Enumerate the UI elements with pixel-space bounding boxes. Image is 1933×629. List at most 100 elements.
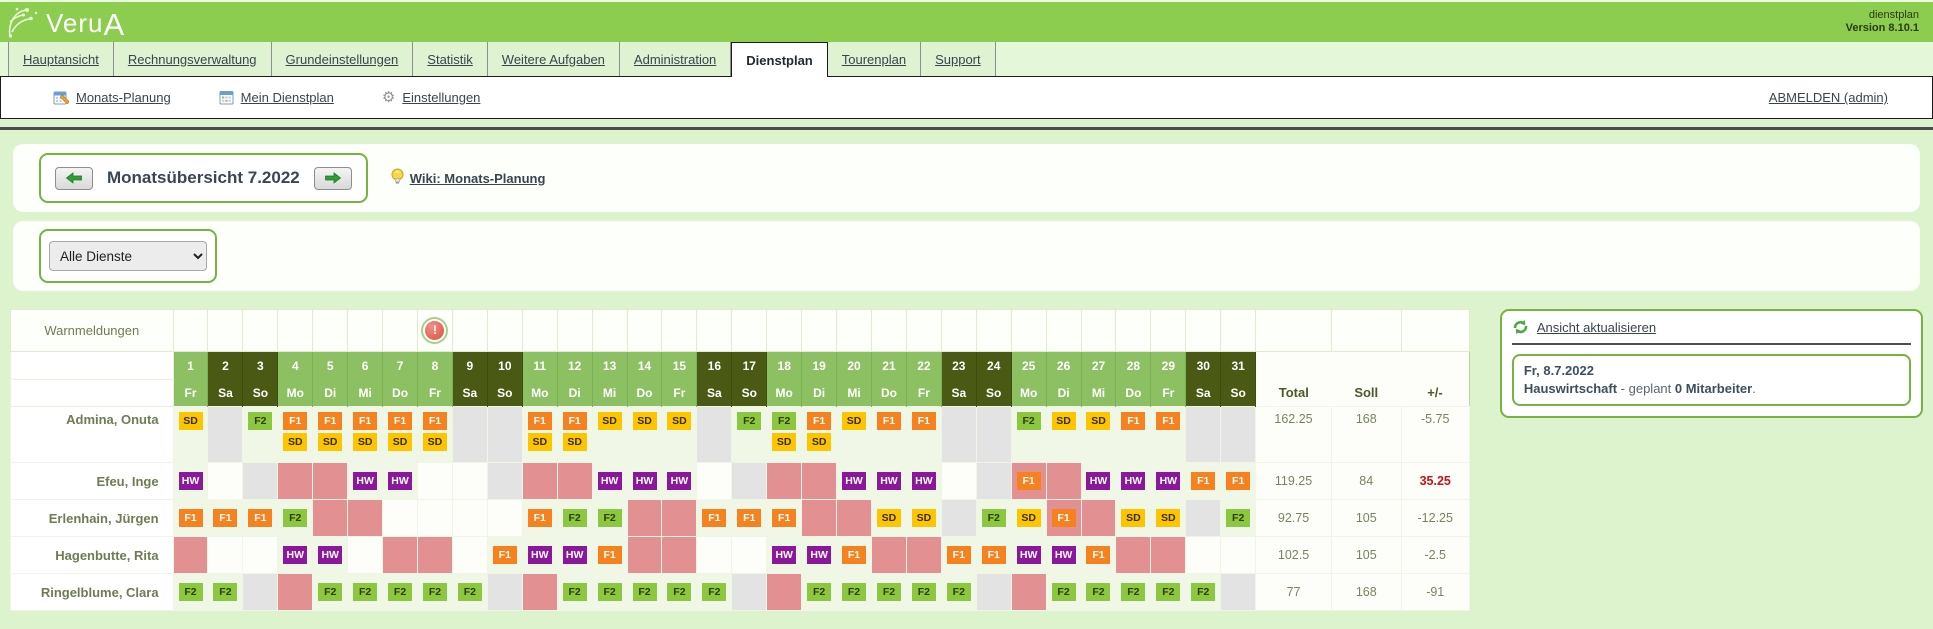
shift-cell[interactable]: F1 [487, 537, 522, 574]
refresh-link[interactable]: Ansicht aktualisieren [1537, 320, 1656, 335]
shift-cell[interactable]: F1 [906, 407, 941, 463]
shift-cell[interactable]: HW [348, 463, 383, 500]
shift-cell[interactable]: F1 [1186, 463, 1221, 500]
shift-cell[interactable]: F1SD [522, 407, 557, 463]
shift-cell[interactable] [767, 574, 802, 611]
shift-cell[interactable] [278, 463, 313, 500]
shift-cell[interactable]: F1 [243, 500, 278, 537]
shift-cell[interactable] [941, 500, 976, 537]
shift-cell[interactable]: F2 [941, 574, 976, 611]
shift-cell[interactable] [243, 463, 278, 500]
shift-cell[interactable] [452, 537, 487, 574]
shift-cell[interactable] [662, 537, 697, 574]
shift-cell[interactable] [976, 463, 1011, 500]
shift-cell[interactable]: HW [906, 463, 941, 500]
shift-cell[interactable]: F2 [732, 407, 767, 463]
shift-cell[interactable] [452, 500, 487, 537]
shift-cell[interactable] [313, 463, 348, 500]
wiki-link[interactable]: Wiki: Monats-Planung [410, 171, 546, 186]
shift-cell[interactable] [1221, 407, 1256, 463]
shift-cell[interactable] [452, 407, 487, 463]
tab-support[interactable]: Support [921, 42, 996, 76]
shift-cell[interactable]: F2 [557, 574, 592, 611]
shift-cell[interactable]: F2 [383, 574, 418, 611]
shift-cell[interactable] [732, 574, 767, 611]
prev-month-button[interactable] [55, 167, 93, 190]
shift-cell[interactable]: F2 [557, 500, 592, 537]
shift-cell[interactable]: F1SD [278, 407, 313, 463]
shift-cell[interactable] [976, 574, 1011, 611]
shift-cell[interactable]: F2 [592, 500, 627, 537]
shift-cell[interactable]: F1 [1081, 537, 1116, 574]
shift-cell[interactable] [906, 537, 941, 574]
shift-cell[interactable] [1116, 537, 1151, 574]
shift-cell[interactable] [522, 574, 557, 611]
shift-cell[interactable]: F2 [173, 574, 208, 611]
shift-cell[interactable] [802, 500, 837, 537]
shift-cell[interactable]: SD [173, 407, 208, 463]
shift-cell[interactable] [1186, 407, 1221, 463]
shift-cell[interactable]: SD [662, 407, 697, 463]
shift-cell[interactable]: F1SD [383, 407, 418, 463]
shift-cell[interactable] [487, 574, 522, 611]
shift-cell[interactable]: F2 [1116, 574, 1151, 611]
shift-cell[interactable]: F2 [452, 574, 487, 611]
shift-cell[interactable]: F1 [697, 500, 732, 537]
shift-cell[interactable] [697, 537, 732, 574]
shift-cell[interactable]: F2 [348, 574, 383, 611]
shift-cell[interactable]: SD [1151, 500, 1186, 537]
shift-cell[interactable] [1151, 537, 1186, 574]
shift-cell[interactable] [1221, 574, 1256, 611]
shift-cell[interactable]: F2 [208, 574, 243, 611]
shift-cell[interactable] [557, 463, 592, 500]
shift-cell[interactable]: F1 [208, 500, 243, 537]
shift-cell[interactable]: HW [837, 463, 872, 500]
next-month-button[interactable] [314, 167, 352, 190]
shift-cell[interactable]: F2 [627, 574, 662, 611]
tab-statistik[interactable]: Statistik [413, 42, 488, 76]
shift-cell[interactable] [1081, 500, 1116, 537]
shift-cell[interactable]: F1 [941, 537, 976, 574]
shift-cell[interactable]: F1 [1151, 407, 1186, 463]
shift-cell[interactable] [522, 463, 557, 500]
tab-dienstplan[interactable]: Dienstplan [731, 42, 827, 77]
shift-cell[interactable]: F2 [243, 407, 278, 463]
shift-cell[interactable]: HW [1081, 463, 1116, 500]
shift-cell[interactable]: SD [1046, 407, 1081, 463]
shift-cell[interactable]: SD [1081, 407, 1116, 463]
shift-cell[interactable] [697, 407, 732, 463]
shift-cell[interactable] [802, 463, 837, 500]
tab-grundeinstellungen[interactable]: Grundeinstellungen [272, 42, 414, 76]
shift-cell[interactable]: F1 [976, 537, 1011, 574]
monats-planung-link[interactable]: Monats-Planung [53, 90, 171, 105]
shift-cell[interactable]: F1SD [348, 407, 383, 463]
shift-cell[interactable]: F1 [1011, 463, 1046, 500]
shift-cell[interactable] [278, 574, 313, 611]
shift-cell[interactable] [243, 574, 278, 611]
shift-cell[interactable]: HW [1011, 537, 1046, 574]
shift-cell[interactable]: F2 [1221, 500, 1256, 537]
dienst-filter-select[interactable]: Alle Dienste [49, 241, 207, 271]
tab-hauptansicht[interactable]: Hauptansicht [8, 42, 114, 76]
shift-cell[interactable]: HW [383, 463, 418, 500]
shift-cell[interactable]: HW [662, 463, 697, 500]
shift-cell[interactable] [697, 463, 732, 500]
shift-cell[interactable]: HW [767, 537, 802, 574]
shift-cell[interactable]: F2 [802, 574, 837, 611]
shift-cell[interactable]: HW [522, 537, 557, 574]
shift-cell[interactable] [732, 463, 767, 500]
shift-cell[interactable]: F2 [1011, 407, 1046, 463]
shift-cell[interactable]: F2 [976, 500, 1011, 537]
shift-cell[interactable]: F2 [1046, 574, 1081, 611]
shift-cell[interactable]: F1 [872, 407, 907, 463]
shift-cell[interactable]: F2 [872, 574, 907, 611]
shift-cell[interactable]: F1 [1116, 407, 1151, 463]
tab-administration[interactable]: Administration [620, 42, 731, 76]
shift-cell[interactable]: HW [592, 463, 627, 500]
shift-cell[interactable] [208, 537, 243, 574]
shift-cell[interactable] [627, 500, 662, 537]
shift-cell[interactable]: F1 [1046, 500, 1081, 537]
mein-dienstplan-link[interactable]: Mein Dienstplan [219, 90, 334, 105]
shift-cell[interactable] [767, 463, 802, 500]
shift-cell[interactable]: F1SD [802, 407, 837, 463]
